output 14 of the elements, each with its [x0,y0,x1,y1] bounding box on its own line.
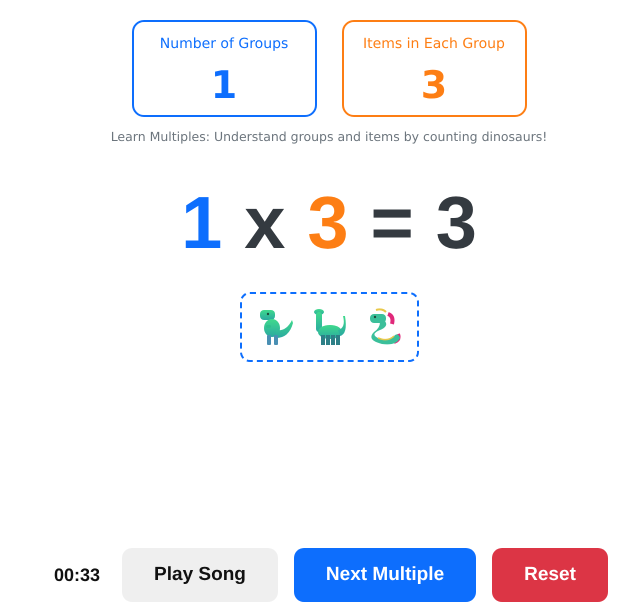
equation-number: 3 [436,184,477,262]
subtitle: Learn Multiples: Understand groups and items by counting dinosaurs! [110,128,548,146]
equation-operator: = [370,184,414,262]
play-button[interactable]: Play Song [122,548,278,602]
timer: 00:33 [54,564,100,586]
counter-label: Number of Groups [160,35,288,54]
equation-number: 3 [307,184,349,262]
counter-value: 3 [420,64,448,106]
equation-number: 1 [181,184,222,262]
reset-button[interactable]: Reset [492,548,608,602]
equation-operator: x [244,184,286,262]
next-button[interactable]: Next Multiple [294,548,476,602]
counter-value: 1 [210,64,238,106]
counter-label: Items in Each Group [363,35,505,54]
